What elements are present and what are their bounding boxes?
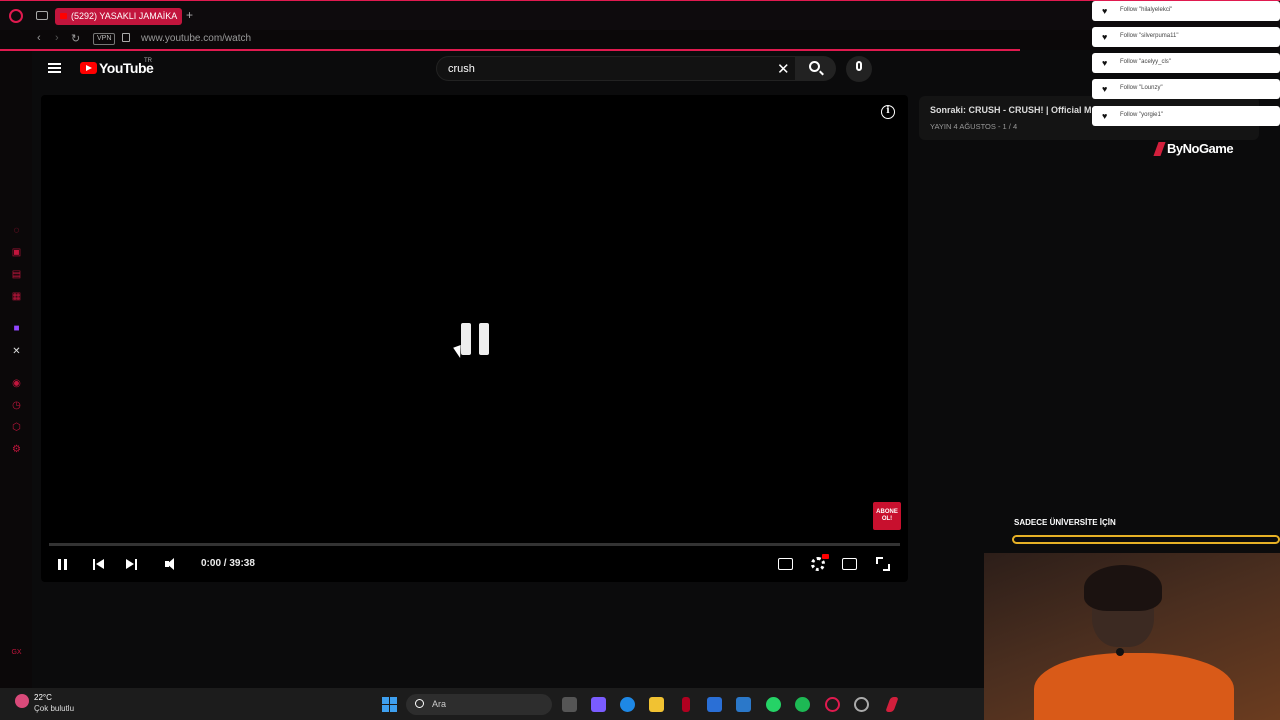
new-tab-button[interactable]: + [186, 8, 193, 22]
search-box[interactable]: crush ✕ [436, 56, 796, 81]
windows-start-icon[interactable] [382, 697, 397, 712]
country-code: TR [144, 58, 152, 64]
file-explorer-icon[interactable] [649, 697, 664, 712]
opera-sidebar: ◌ ▣ ▤ ▦ ■ ✕ ◉ ◷ ⬡ ⚙ GX [0, 51, 32, 691]
spotify-icon[interactable] [795, 697, 810, 712]
windows-taskbar: 22°C Çok bulutlu Ara [0, 688, 984, 720]
netflix-icon[interactable] [682, 697, 690, 712]
search-icon [415, 699, 424, 708]
mail-icon[interactable] [736, 697, 751, 712]
whatsapp-icon[interactable] [766, 697, 781, 712]
university-goal-bar [1012, 535, 1280, 544]
sponsor-logo-text: ByNoGame [1167, 141, 1234, 156]
follow-alert-text: Follow "hilalyelekci" [1120, 7, 1173, 13]
info-icon[interactable]: i [881, 105, 895, 119]
follow-alert-text: Follow "acelyy_cls" [1120, 59, 1171, 65]
forward-icon[interactable]: › [55, 32, 59, 44]
youtube-logo-icon[interactable] [80, 62, 97, 74]
next-button[interactable] [126, 555, 140, 573]
tab-overview-icon[interactable] [36, 11, 48, 20]
clock-app-icon[interactable] [854, 697, 869, 712]
opera-logo-icon[interactable] [9, 9, 23, 23]
edge-icon[interactable] [620, 697, 635, 712]
volume-icon[interactable] [165, 555, 181, 573]
taskbar-search[interactable]: Ara [406, 694, 552, 715]
youtube-header: YouTube TR crush ✕ [32, 51, 1092, 87]
voice-search-button[interactable] [846, 56, 872, 82]
browser-tab-bar: (5292) YASAKLI JAMAİKA + [0, 0, 1280, 30]
temperature[interactable]: 22°C [34, 693, 52, 702]
time-display: 0:00 / 39:38 [201, 558, 255, 569]
task-view-icon[interactable] [562, 697, 577, 712]
heart-icon: ♥ [1102, 32, 1108, 42]
music-icon[interactable]: ▦ [11, 291, 22, 302]
follow-alert-text: Follow "Lounzy" [1120, 85, 1163, 91]
subscribe-watermark[interactable]: ABONE OL! [873, 502, 901, 530]
extensions-icon[interactable]: ⬡ [11, 422, 22, 433]
tab-title: (5292) YASAKLI JAMAİKA [71, 11, 178, 21]
heart-icon: ♥ [1102, 84, 1108, 94]
bag-icon[interactable]: ▣ [11, 247, 22, 258]
player-icon[interactable]: ◉ [11, 378, 22, 389]
store-icon[interactable] [707, 697, 722, 712]
up-next-title[interactable]: Sonraki: CRUSH - CRUSH! | Official Mus [930, 105, 1102, 115]
webcam-feed [984, 553, 1280, 720]
m365-icon[interactable] [591, 697, 606, 712]
speed-dial-icon[interactable]: ◌ [11, 225, 22, 236]
twitch-icon[interactable]: ■ [11, 323, 22, 334]
taskbar-search-placeholder: Ara [432, 699, 447, 709]
bynogame-app-icon[interactable] [885, 697, 899, 712]
search-icon [809, 61, 820, 72]
bynogame-logo-icon [1153, 142, 1166, 156]
follow-alert: ♥ Follow "Lounzy" [1092, 79, 1280, 99]
lock-icon[interactable] [122, 33, 130, 42]
fullscreen-icon[interactable] [876, 557, 890, 571]
subtitles-icon[interactable] [778, 558, 793, 570]
theater-mode-icon[interactable] [842, 558, 857, 570]
weather-description[interactable]: Çok bulutlu [34, 704, 74, 713]
heart-icon: ♥ [1102, 58, 1108, 68]
menu-icon[interactable] [48, 63, 61, 73]
search-input[interactable]: crush [448, 63, 475, 75]
gx-icon[interactable]: GX [11, 647, 22, 658]
follow-alert: ♥ Follow "hilalyelekci" [1092, 1, 1280, 21]
previous-button[interactable] [93, 555, 107, 573]
clear-search-icon[interactable]: ✕ [777, 60, 790, 78]
history-icon[interactable]: ◷ [11, 400, 22, 411]
follow-alert: ♥ Follow "silverpuma11" [1092, 27, 1280, 47]
address-bar: ‹ › ↻ VPN www.youtube.com/watch [0, 30, 1280, 50]
back-icon[interactable]: ‹ [37, 32, 41, 44]
follow-alert: ♥ Follow "acelyy_cls" [1092, 53, 1280, 73]
opera-gx-icon[interactable] [825, 697, 840, 712]
center-pause-icon[interactable] [461, 323, 489, 355]
settings-gear-icon[interactable] [811, 557, 825, 571]
youtube-favicon-icon [60, 13, 67, 19]
search-button[interactable] [796, 56, 836, 81]
vpn-badge[interactable]: VPN [93, 33, 116, 45]
up-next-subtitle: YAYIN 4 AĞUSTOS - 1 / 4 [930, 122, 1018, 131]
follow-alert-text: Follow "silverpuma11" [1120, 33, 1179, 39]
video-player[interactable]: i ABONE OL! 0:00 / 39:38 [41, 95, 908, 582]
messenger-icon[interactable]: ▤ [11, 269, 22, 280]
x-twitter-icon[interactable]: ✕ [11, 346, 22, 357]
reload-icon[interactable]: ↻ [71, 32, 80, 45]
screen: (5292) YASAKLI JAMAİKA + ‹ › ↻ VPN www.y… [0, 0, 1280, 720]
university-overlay-text: SADECE ÜNİVERSİTE İÇİN [1014, 518, 1116, 527]
weather-icon[interactable] [15, 694, 29, 708]
follow-alert: ♥ Follow "yorgie1" [1092, 106, 1280, 126]
heart-icon: ♥ [1102, 111, 1108, 121]
microphone-icon [856, 61, 862, 71]
follow-alert-text: Follow "yorgie1" [1120, 112, 1163, 118]
tab-youtube[interactable]: (5292) YASAKLI JAMAİKA [55, 8, 182, 25]
heart-icon: ♥ [1102, 6, 1108, 16]
hd-badge [822, 554, 829, 559]
settings-icon[interactable]: ⚙ [11, 444, 22, 455]
url-field[interactable]: www.youtube.com/watch [141, 33, 251, 44]
progress-bar[interactable] [49, 543, 900, 546]
pause-button[interactable] [57, 555, 69, 573]
